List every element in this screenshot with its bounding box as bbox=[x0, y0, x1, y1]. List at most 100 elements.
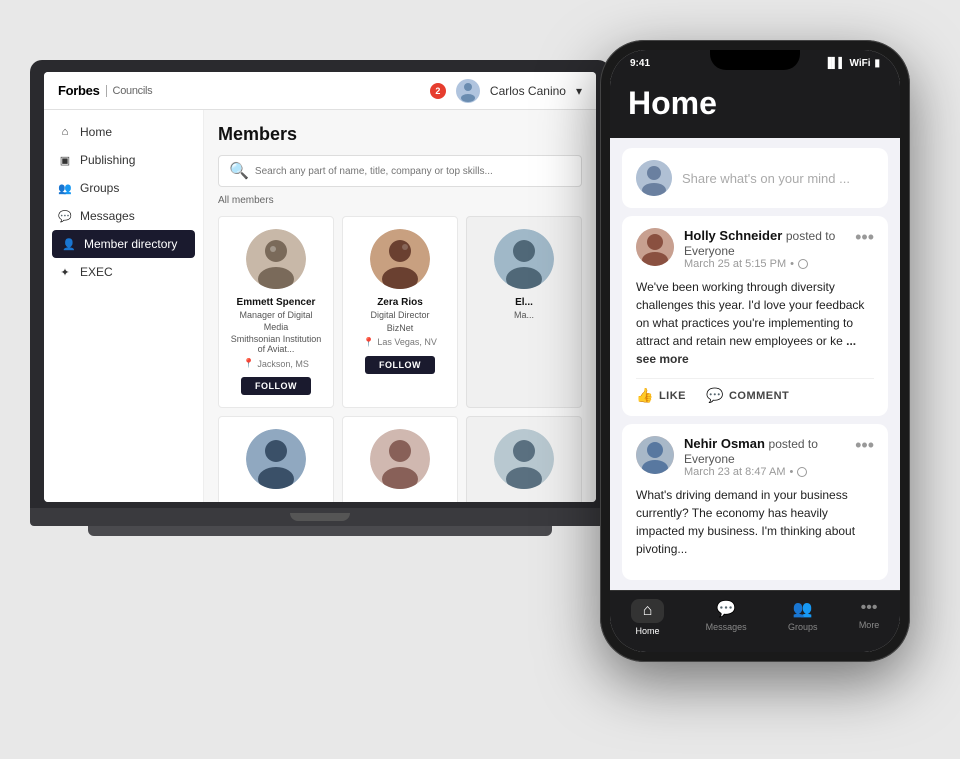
sidebar-item-publishing[interactable]: ▣ Publishing bbox=[44, 146, 203, 174]
members-title: Members bbox=[218, 124, 582, 145]
laptop-screen: Forbes Councils 2 Carlos Canino ▾ ⌂ bbox=[30, 60, 610, 508]
laptop: Forbes Councils 2 Carlos Canino ▾ ⌂ bbox=[30, 60, 610, 536]
nav-messages-icon: 💬 bbox=[716, 599, 736, 619]
follow-button-0[interactable]: FOLLOW bbox=[241, 377, 311, 395]
sidebar-item-member-directory[interactable]: 👤 Member directory bbox=[52, 230, 195, 258]
member-avatar-2 bbox=[494, 229, 554, 289]
member-company-1: BizNet bbox=[387, 323, 414, 333]
status-time: 9:41 bbox=[630, 58, 650, 69]
sidebar-item-label-publishing: Publishing bbox=[80, 153, 135, 167]
phone-outer: 9:41 ▐▌▌ WiFi ▮ Home Share what's on yo bbox=[600, 40, 910, 662]
comment-label-0: COMMENT bbox=[729, 390, 789, 402]
nav-home-label: Home bbox=[635, 626, 659, 636]
sidebar-item-home[interactable]: ⌂ Home bbox=[44, 118, 203, 146]
dot-separator-1: • bbox=[790, 466, 794, 478]
laptop-body: ⌂ Home ▣ Publishing 👥 Groups 💬 Messages bbox=[44, 110, 596, 502]
nav-groups-label: Groups bbox=[788, 622, 818, 632]
phone: 9:41 ▐▌▌ WiFi ▮ Home Share what's on yo bbox=[600, 40, 910, 662]
battery-icon: ▮ bbox=[874, 58, 880, 69]
home-icon: ⌂ bbox=[58, 125, 72, 139]
nav-item-home[interactable]: ⌂ Home bbox=[631, 599, 665, 636]
member-directory-icon: 👤 bbox=[62, 237, 76, 251]
sidebar-item-label-messages: Messages bbox=[80, 209, 135, 223]
councils-label: Councils bbox=[106, 85, 153, 97]
nav-messages-label: Messages bbox=[706, 622, 747, 632]
member-card-3 bbox=[218, 416, 334, 502]
phone-inner: 9:41 ▐▌▌ WiFi ▮ Home Share what's on yo bbox=[610, 50, 900, 652]
member-avatar-1 bbox=[370, 229, 430, 289]
forbes-wordmark: Forbes bbox=[58, 83, 100, 98]
publishing-icon: ▣ bbox=[58, 153, 72, 167]
sidebar-item-groups[interactable]: 👥 Groups bbox=[44, 174, 203, 202]
forbes-logo: Forbes Councils bbox=[58, 83, 152, 98]
phone-notch bbox=[710, 50, 800, 70]
member-location-0: 📍 Jackson, MS bbox=[243, 358, 309, 369]
user-name: Carlos Canino bbox=[490, 84, 566, 98]
nav-item-messages[interactable]: 💬 Messages bbox=[706, 599, 747, 636]
like-icon-0: 👍 bbox=[636, 387, 654, 404]
search-icon: 🔍 bbox=[229, 161, 249, 181]
messages-icon: 💬 bbox=[58, 209, 72, 223]
member-title-0: Manager of Digital Media bbox=[227, 310, 325, 333]
main-content: Members 🔍 All members bbox=[204, 110, 596, 502]
member-avatar-4 bbox=[370, 429, 430, 489]
exec-icon: ✦ bbox=[58, 265, 72, 279]
post-more-button-0[interactable]: ••• bbox=[855, 228, 874, 246]
post-body-0: We've been working through diversity cha… bbox=[636, 278, 874, 368]
globe-icon-0 bbox=[798, 259, 808, 269]
members-grid: Emmett Spencer Manager of Digital Media … bbox=[218, 216, 582, 502]
like-button-0[interactable]: 👍 LIKE bbox=[636, 387, 686, 404]
post-avatar-0 bbox=[636, 228, 674, 266]
sidebar-item-exec[interactable]: ✦ EXEC bbox=[44, 258, 203, 286]
post-date-1: March 23 at 8:47 AM • bbox=[684, 466, 845, 478]
post-card-0: Holly Schneider posted to Everyone March… bbox=[622, 216, 888, 416]
post-more-button-1[interactable]: ••• bbox=[855, 436, 874, 454]
member-title-1: Digital Director bbox=[370, 310, 429, 322]
groups-icon: 👥 bbox=[58, 181, 72, 195]
post-header-0: Holly Schneider posted to Everyone March… bbox=[636, 228, 874, 270]
member-name-2: El... bbox=[515, 297, 533, 308]
nav-more-label: More bbox=[859, 620, 880, 630]
share-avatar bbox=[636, 160, 672, 196]
share-placeholder-text: Share what's on your mind ... bbox=[682, 171, 850, 186]
sidebar: ⌂ Home ▣ Publishing 👥 Groups 💬 Messages bbox=[44, 110, 204, 502]
sidebar-item-label-home: Home bbox=[80, 125, 112, 139]
post-avatar-1 bbox=[636, 436, 674, 474]
share-box[interactable]: Share what's on your mind ... bbox=[622, 148, 888, 208]
comment-button-0[interactable]: 💬 COMMENT bbox=[706, 387, 789, 404]
phone-home-title: Home bbox=[628, 85, 882, 122]
nav-item-more[interactable]: ••• More bbox=[859, 599, 880, 636]
post-author-0: Holly Schneider posted to Everyone bbox=[684, 228, 845, 258]
post-actions-0: 👍 LIKE 💬 COMMENT bbox=[636, 378, 874, 404]
notification-badge[interactable]: 2 bbox=[430, 83, 446, 99]
member-name-0: Emmett Spencer bbox=[237, 297, 316, 308]
user-chevron[interactable]: ▾ bbox=[576, 84, 582, 98]
member-avatar-5 bbox=[494, 429, 554, 489]
laptop-notch bbox=[290, 513, 350, 521]
like-label-0: LIKE bbox=[659, 390, 686, 402]
sidebar-item-label-member-directory: Member directory bbox=[84, 237, 177, 251]
laptop-base bbox=[30, 508, 610, 526]
dot-separator: • bbox=[790, 258, 794, 270]
signal-icon: ▐▌▌ bbox=[824, 58, 845, 69]
search-bar[interactable]: 🔍 bbox=[218, 155, 582, 187]
location-icon-1: 📍 bbox=[363, 337, 374, 348]
globe-icon-1 bbox=[797, 467, 807, 477]
wifi-icon: WiFi bbox=[849, 58, 870, 69]
location-icon-0: 📍 bbox=[243, 358, 254, 369]
follow-button-1[interactable]: FOLLOW bbox=[365, 356, 435, 374]
all-members-label: All members bbox=[218, 195, 582, 206]
user-avatar bbox=[456, 79, 480, 103]
sidebar-item-messages[interactable]: 💬 Messages bbox=[44, 202, 203, 230]
topbar-right: 2 Carlos Canino ▾ bbox=[430, 79, 582, 103]
search-input[interactable] bbox=[255, 166, 571, 177]
status-icons: ▐▌▌ WiFi ▮ bbox=[824, 58, 880, 69]
post-card-1: Nehir Osman posted to Everyone March 23 … bbox=[622, 424, 888, 580]
member-avatar-0 bbox=[246, 229, 306, 289]
nav-item-groups[interactable]: 👥 Groups bbox=[788, 599, 818, 636]
phone-home-header: Home bbox=[610, 73, 900, 138]
nav-more-icon: ••• bbox=[861, 599, 878, 617]
member-company-0: Smithsonian Institution of Aviat... bbox=[227, 334, 325, 354]
post-date-0: March 25 at 5:15 PM • bbox=[684, 258, 845, 270]
post-body-1: What's driving demand in your business c… bbox=[636, 486, 874, 558]
